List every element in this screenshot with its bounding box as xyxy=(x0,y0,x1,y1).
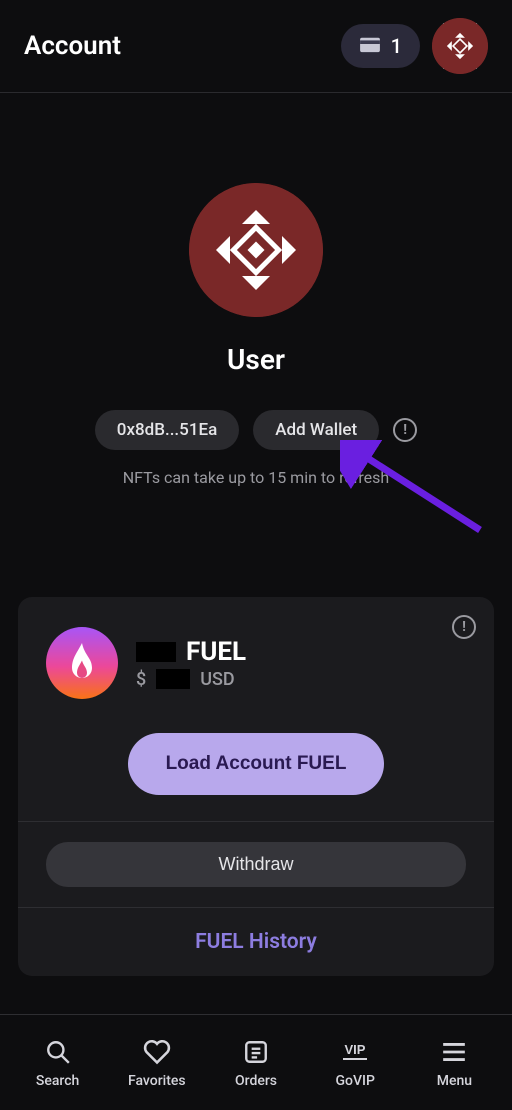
bottom-nav: Search Favorites Orders VIP GoVIP xyxy=(0,1014,512,1110)
wallet-count-pill[interactable]: 1 xyxy=(341,24,420,68)
nav-label: Search xyxy=(36,1073,79,1089)
nav-search[interactable]: Search xyxy=(8,1037,107,1089)
redacted-amount xyxy=(136,642,176,662)
svg-text:VIP: VIP xyxy=(345,1042,366,1057)
add-wallet-button[interactable]: Add Wallet xyxy=(253,410,379,450)
fuel-usd-line: $ USD xyxy=(136,669,246,690)
withdraw-button[interactable]: Withdraw xyxy=(46,842,466,887)
refresh-note: NFTs can take up to 15 min to refresh xyxy=(123,468,389,487)
load-fuel-button[interactable]: Load Account FUEL xyxy=(128,733,385,795)
fuel-text: FUEL $ USD xyxy=(136,637,246,690)
redacted-usd xyxy=(156,669,190,689)
orders-icon xyxy=(243,1037,269,1067)
fuel-card: ! FUEL $ USD Load Account FUEL Withdraw … xyxy=(18,597,494,976)
search-icon xyxy=(45,1037,71,1067)
nav-label: Orders xyxy=(235,1073,277,1089)
avatar-small[interactable] xyxy=(432,18,488,74)
avatar-large[interactable] xyxy=(189,183,323,317)
info-icon[interactable]: ! xyxy=(393,418,417,442)
history-section: FUEL History xyxy=(18,908,494,976)
fuel-badge-icon xyxy=(46,627,118,699)
card-info-icon[interactable]: ! xyxy=(452,615,476,639)
fuel-amount-line: FUEL xyxy=(136,637,246,667)
currency-suffix: USD xyxy=(200,669,234,690)
fuel-label: FUEL xyxy=(186,637,246,667)
wallet-icon xyxy=(359,34,381,58)
nav-orders[interactable]: Orders xyxy=(206,1037,305,1089)
username: User xyxy=(227,343,285,376)
nav-label: GoVIP xyxy=(336,1073,375,1089)
wallet-row: 0x8dB...51Ea Add Wallet ! xyxy=(95,410,417,450)
heart-icon xyxy=(143,1037,171,1067)
wallet-address-chip[interactable]: 0x8dB...51Ea xyxy=(95,410,239,450)
page-title: Account xyxy=(24,31,121,61)
nav-menu[interactable]: Menu xyxy=(405,1037,504,1089)
profile-section: User 0x8dB...51Ea Add Wallet ! NFTs can … xyxy=(0,93,512,487)
fuel-balance-row: FUEL $ USD xyxy=(18,597,494,715)
nav-govip[interactable]: VIP GoVIP xyxy=(306,1037,405,1089)
menu-icon xyxy=(441,1037,467,1067)
header-right: 1 xyxy=(341,18,488,74)
app-header: Account 1 xyxy=(0,0,512,93)
nav-label: Menu xyxy=(437,1073,472,1089)
withdraw-section: Withdraw xyxy=(18,822,494,907)
currency-prefix: $ xyxy=(136,669,146,690)
fuel-history-link[interactable]: FUEL History xyxy=(195,930,317,954)
vip-icon: VIP xyxy=(337,1037,373,1067)
nav-label: Favorites xyxy=(128,1073,186,1089)
wallet-count: 1 xyxy=(391,34,402,58)
nav-favorites[interactable]: Favorites xyxy=(107,1037,206,1089)
